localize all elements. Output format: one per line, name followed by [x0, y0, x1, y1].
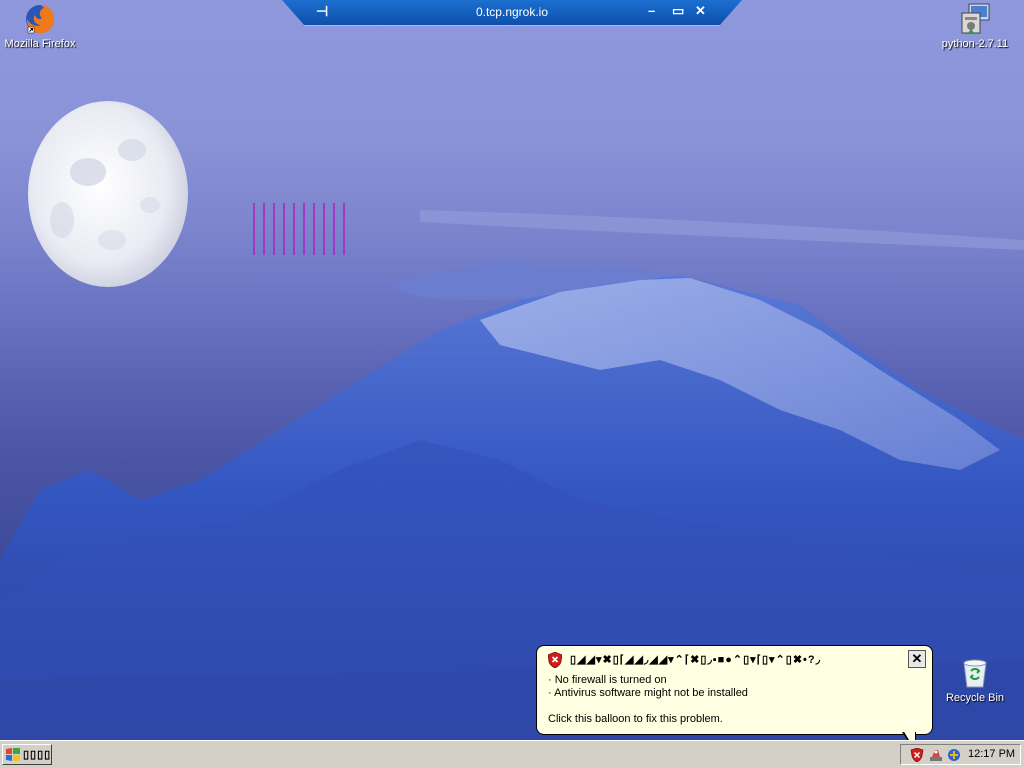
balloon-close-button[interactable]: ✕	[908, 650, 926, 668]
start-button[interactable]: ▯▯▯▯	[2, 744, 52, 765]
balloon-line-antivirus: · Antivirus software might not be instal…	[548, 687, 748, 699]
restore-button[interactable]: ▭	[672, 3, 684, 19]
minimize-button[interactable]: –	[648, 3, 655, 18]
taskbar: ▯▯▯▯ 12:17 PM	[0, 740, 1024, 768]
balloon-line-firewall: · No firewall is turned on	[548, 674, 667, 686]
desktop[interactable]: ⊣ 0.tcp.ngrok.io – ▭ ✕ Mozilla Firefox p…	[0, 0, 1024, 740]
security-alert-balloon[interactable]: ▯◢◢▾✖▯⌈◢◢◞◢◢▾⌃⌈✖▯◞▪■●⌃▯▾⌈▯▾⌃▯✖•?◞ ✕ · No…	[536, 645, 933, 740]
wallpaper	[0, 101, 1024, 740]
purple-lines-artifact	[253, 203, 345, 255]
balloon-tail-fill	[903, 730, 915, 740]
recycle-bin-icon	[959, 657, 991, 689]
network-tool-icon[interactable]	[929, 748, 943, 762]
system-tray: 12:17 PM	[900, 744, 1021, 765]
desktop-icon-label: Recycle Bin	[945, 692, 1005, 704]
desktop-icon-python[interactable]: python-2.7.11	[935, 3, 1015, 50]
security-center-alert-icon[interactable]	[910, 747, 924, 763]
close-button[interactable]: ✕	[695, 3, 706, 19]
balloon-title: ▯◢◢▾✖▯⌈◢◢◞◢◢▾⌃⌈✖▯◞▪■●⌃▯▾⌈▯▾⌃▯✖•?◞	[570, 654, 821, 666]
shield-alert-icon	[547, 651, 563, 669]
moon	[28, 101, 188, 287]
remote-connection-bar: ⊣ 0.tcp.ngrok.io – ▭ ✕	[282, 0, 742, 26]
desktop-icon-firefox[interactable]: Mozilla Firefox	[0, 3, 80, 50]
desktop-icon-recycle-bin[interactable]: Recycle Bin	[935, 657, 1015, 704]
balloon-fix-link[interactable]: Click this balloon to fix this problem.	[548, 713, 723, 725]
firefox-icon	[24, 3, 56, 35]
windows-flag-icon	[6, 748, 20, 761]
installer-icon	[959, 3, 991, 35]
clock[interactable]: 12:17 PM	[968, 748, 1015, 760]
remote-access-icon[interactable]	[947, 748, 961, 762]
desktop-icon-label: Mozilla Firefox	[4, 38, 76, 50]
desktop-icon-label: python-2.7.11	[941, 38, 1009, 50]
start-label: ▯▯▯▯	[23, 749, 52, 761]
